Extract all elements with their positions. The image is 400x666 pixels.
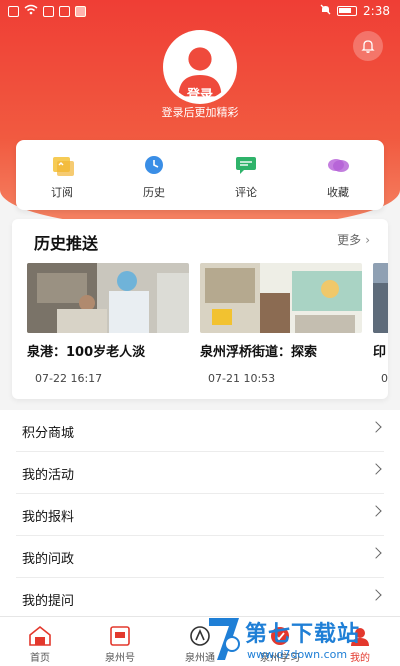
more-label: 更多 xyxy=(337,233,362,247)
history-card[interactable]: 泉港：100岁老人淡 07-22 16:17 xyxy=(27,263,189,385)
quanzhou-hao-icon xyxy=(110,626,130,646)
battery-icon xyxy=(337,6,358,16)
login-subtitle: 登录后更加精彩 xyxy=(161,106,239,119)
quick-action-favorite[interactable]: 收藏 xyxy=(292,140,384,210)
watermark-text: 第七下载站 xyxy=(245,622,361,647)
tab-home[interactable]: 首页 xyxy=(0,617,80,666)
status-time: 2:38 xyxy=(363,4,390,18)
tab-quanzhou-hao[interactable]: 泉州号 xyxy=(80,617,160,666)
news-thumbnail xyxy=(373,263,388,333)
news-thumbnail xyxy=(27,263,189,333)
quick-action-history[interactable]: 历史 xyxy=(108,140,200,210)
notification-icon xyxy=(8,5,19,17)
chevron-right-icon: › xyxy=(365,233,370,247)
bell-icon xyxy=(361,40,375,53)
quick-action-subscribe[interactable]: 订阅 xyxy=(16,140,108,210)
menu-item-my-inquiries[interactable]: 我的问政 xyxy=(16,536,384,578)
history-card-title: 印 xyxy=(373,345,387,360)
favorite-icon xyxy=(328,159,349,172)
history-card-date: 07-21 10:53 xyxy=(208,372,276,385)
menu-item-my-reports[interactable]: 我的报料 xyxy=(16,494,384,536)
quick-action-label: 评论 xyxy=(235,186,257,199)
quick-action-label: 历史 xyxy=(143,186,165,199)
menu-item-my-activities[interactable]: 我的活动 xyxy=(16,452,384,494)
history-icon xyxy=(145,156,163,174)
menu-item-points-mall[interactable]: 积分商城 xyxy=(16,410,384,452)
tab-label: 泉州号 xyxy=(105,653,135,664)
app-icon xyxy=(43,5,54,17)
quick-action-label: 收藏 xyxy=(327,186,349,199)
quick-action-comment[interactable]: 评论 xyxy=(200,140,292,210)
menu-item-label: 我的问政 xyxy=(22,552,75,567)
menu-item-label: 我的提问 xyxy=(22,594,75,609)
chevron-right-icon xyxy=(370,589,382,601)
history-card[interactable]: 印 07 xyxy=(373,263,388,385)
chevron-right-icon xyxy=(370,463,382,475)
history-card-title: 泉州浮桥街道：探索 xyxy=(200,345,318,360)
mute-icon xyxy=(320,4,331,18)
chevron-right-icon xyxy=(370,547,382,559)
menu-item-label: 我的报料 xyxy=(22,510,75,525)
history-push-title: 历史推送 xyxy=(34,234,99,253)
login-title[interactable]: 登录 xyxy=(0,84,400,103)
history-push-panel: 历史推送 更多 › 泉港：100岁老人淡 07-22 16:17 泉州浮桥街道：… xyxy=(12,219,388,399)
home-icon xyxy=(29,625,51,646)
wifi-icon xyxy=(24,4,38,18)
history-carousel[interactable]: 泉港：100岁老人淡 07-22 16:17 泉州浮桥街道：探索 07-21 1… xyxy=(27,263,388,393)
news-thumbnail xyxy=(200,263,362,333)
watermark-url: www.d7down.com xyxy=(247,648,348,661)
menu-item-label: 我的活动 xyxy=(22,468,75,483)
menu-list: 积分商城 我的活动 我的报料 我的问政 我的提问 xyxy=(0,410,400,620)
site-watermark: 第七下载站 www.d7down.com xyxy=(205,612,400,666)
quick-actions-panel: 订阅 历史 评论 收藏 xyxy=(16,140,384,210)
chevron-right-icon xyxy=(370,421,382,433)
app-icon xyxy=(75,5,86,17)
history-card-date: 07-22 16:17 xyxy=(35,372,103,385)
history-card[interactable]: 泉州浮桥街道：探索 07-21 10:53 xyxy=(200,263,362,385)
status-icons-right: 2:38 xyxy=(320,4,390,18)
tab-label: 首页 xyxy=(30,653,50,664)
history-card-title: 泉港：100岁老人淡 xyxy=(27,345,146,360)
watermark-logo-icon xyxy=(209,618,240,660)
menu-item-label: 积分商城 xyxy=(22,426,75,441)
notification-bell-button[interactable] xyxy=(353,31,383,61)
history-more-link[interactable]: 更多 › xyxy=(337,231,370,248)
chevron-right-icon xyxy=(370,505,382,517)
app-icon xyxy=(59,5,70,17)
quick-action-label: 订阅 xyxy=(51,186,73,199)
comment-icon xyxy=(236,157,256,174)
subscribe-icon xyxy=(53,157,74,176)
status-bar: 2:38 xyxy=(0,0,400,22)
status-icons-left xyxy=(8,4,86,18)
history-card-date: 07 xyxy=(381,372,388,385)
